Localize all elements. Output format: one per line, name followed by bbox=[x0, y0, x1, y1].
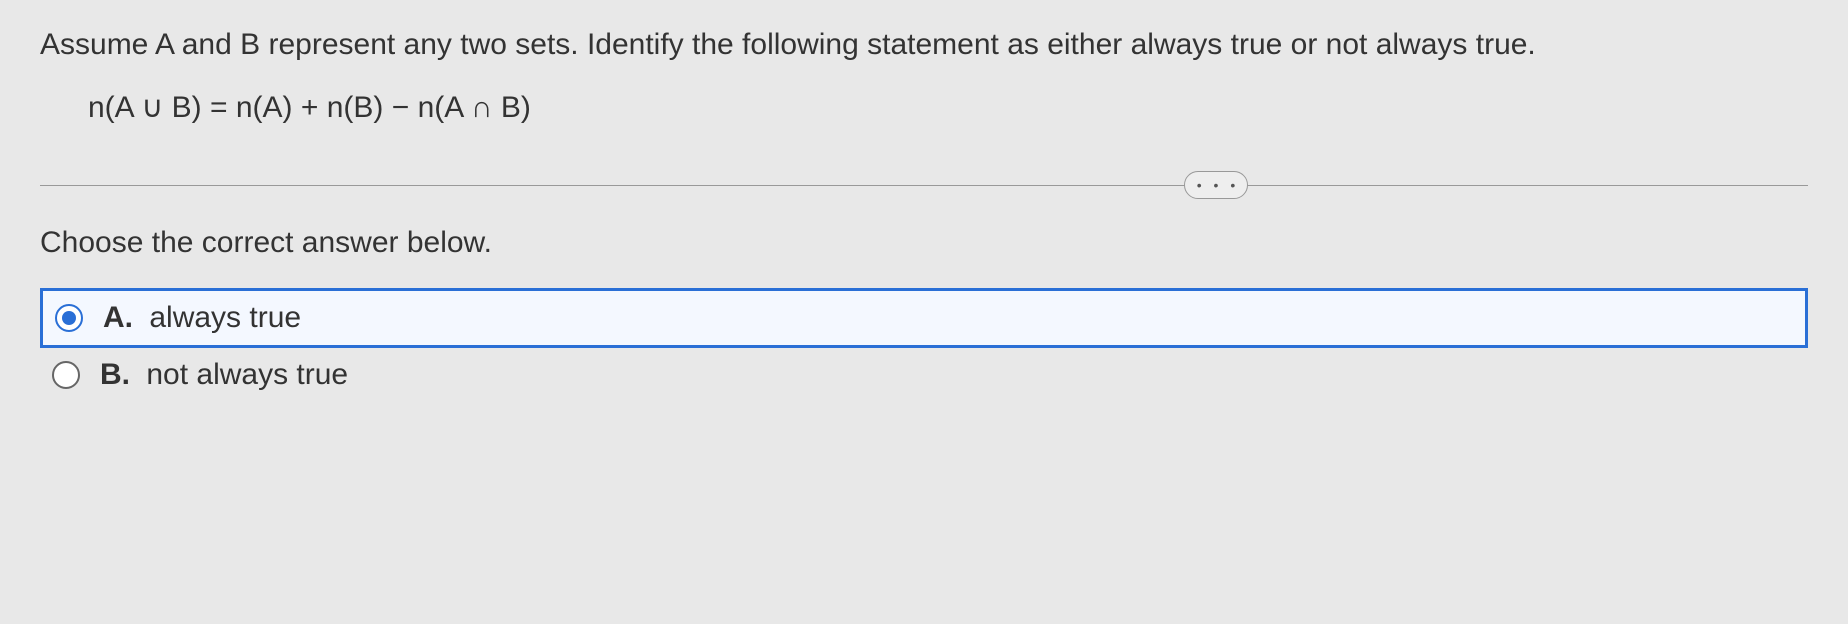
radio-a[interactable] bbox=[55, 304, 83, 332]
choice-b-text: not always true bbox=[146, 358, 348, 391]
radio-b[interactable] bbox=[52, 361, 80, 389]
choice-b[interactable]: B. not always true bbox=[40, 348, 1808, 402]
section-divider bbox=[40, 185, 1808, 186]
choice-b-letter: B. bbox=[100, 358, 130, 391]
ellipsis-icon: • • • bbox=[1197, 178, 1239, 192]
answer-prompt: Choose the correct answer below. bbox=[0, 226, 1848, 260]
choice-a[interactable]: A. always true bbox=[40, 288, 1808, 348]
more-button[interactable]: • • • bbox=[1184, 171, 1248, 199]
question-formula: n(A ∪ B) = n(A) + n(B) − n(A ∩ B) bbox=[40, 66, 1808, 125]
choice-a-letter: A. bbox=[103, 301, 133, 334]
choice-list: A. always true B. not always true bbox=[0, 288, 1848, 402]
question-text: Assume A and B represent any two sets. I… bbox=[40, 24, 1808, 66]
choice-a-text: always true bbox=[149, 301, 301, 334]
